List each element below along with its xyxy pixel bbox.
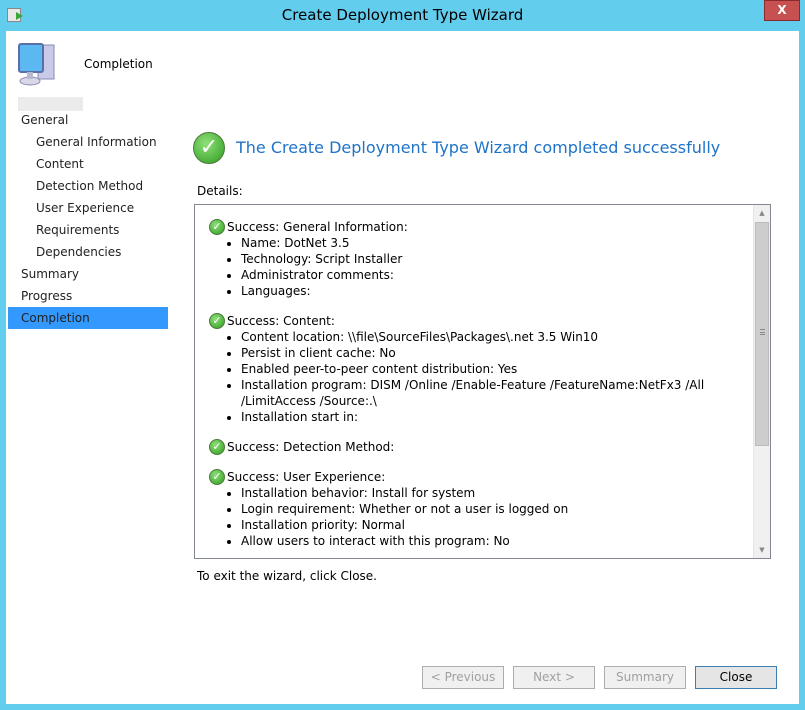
section-title-text: Success: User Experience: — [227, 470, 386, 484]
detail-item: Administrator comments: — [241, 267, 750, 283]
sidebar-item-completion[interactable]: Completion — [8, 307, 168, 329]
details-section: ✓Success: Content:Content location: \\fi… — [209, 313, 750, 425]
sidebar-item-dependencies[interactable]: Dependencies — [8, 241, 168, 263]
details-scrollbar[interactable]: ▲ ▼ — [753, 205, 770, 558]
detail-item: Installation start in: — [241, 409, 750, 425]
page-header: Completion — [84, 57, 153, 71]
detail-item: Content location: \\file\SourceFiles\Pac… — [241, 329, 750, 345]
detail-item: Login requirement: Whether or not a user… — [241, 501, 750, 517]
details-box[interactable]: ✓Success: General Information:Name: DotN… — [194, 204, 771, 559]
scroll-down-arrow-icon[interactable]: ▼ — [754, 542, 770, 558]
success-check-icon: ✓ — [209, 313, 225, 329]
previous-button[interactable]: < Previous — [422, 666, 504, 689]
sidebar-item-detection-method[interactable]: Detection Method — [8, 175, 168, 197]
success-check-icon: ✓ — [209, 439, 225, 455]
grip-icon — [760, 329, 765, 335]
detail-item: Installation program: DISM /Online /Enab… — [241, 377, 750, 409]
sidebar-item-general-information[interactable]: General Information — [8, 131, 168, 153]
close-window-button[interactable]: X — [764, 0, 800, 21]
success-check-icon: ✓ — [209, 219, 225, 235]
detail-item: Installation priority: Normal — [241, 517, 750, 533]
details-section: ✓Success: User Experience:Installation b… — [209, 469, 750, 549]
details-label: Details: — [197, 184, 243, 198]
detail-item: Allow users to interact with this progra… — [241, 533, 750, 549]
scroll-up-arrow-icon[interactable]: ▲ — [754, 205, 770, 221]
completion-headline: The Create Deployment Type Wizard comple… — [236, 138, 721, 157]
detail-item: Persist in client cache: No — [241, 345, 750, 361]
success-check-icon: ✓ — [209, 469, 225, 485]
sidebar-item-requirements[interactable]: Requirements — [8, 219, 168, 241]
exit-instructions: To exit the wizard, click Close. — [197, 569, 377, 583]
success-check-icon: ✓ — [193, 132, 225, 164]
title-bar: Create Deployment Type Wizard X — [0, 0, 805, 31]
wizard-body: Completion General General Information Con… — [6, 31, 799, 704]
computer-icon — [18, 43, 55, 86]
section-title-text: Success: Content: — [227, 314, 335, 328]
section-title: ✓ Success: Detection Method: — [209, 439, 750, 455]
detail-item: Name: DotNet 3.5 — [241, 235, 750, 251]
close-button[interactable]: Close — [695, 666, 777, 689]
sidebar-item-user-experience[interactable]: User Experience — [8, 197, 168, 219]
details-section: ✓Success: General Information:Name: DotN… — [209, 219, 750, 299]
section-title: ✓ Success: General Information: — [209, 219, 750, 235]
detail-item: Enabled peer-to-peer content distributio… — [241, 361, 750, 377]
section-title: ✓ Success: Content: — [209, 313, 750, 329]
scroll-thumb[interactable] — [755, 222, 769, 446]
window-title: Create Deployment Type Wizard — [281, 6, 524, 24]
sidebar-item-summary[interactable]: Summary — [8, 263, 168, 285]
detail-item: Technology: Script Installer — [241, 251, 750, 267]
sidebar-item-general[interactable]: General — [8, 109, 168, 131]
detail-item: Installation behavior: Install for syste… — [241, 485, 750, 501]
section-title-text: Success: General Information: — [227, 220, 408, 234]
sidebar-item-progress[interactable]: Progress — [8, 285, 168, 307]
detail-item: Languages: — [241, 283, 750, 299]
details-section: ✓ Success: Detection Method: — [209, 439, 750, 455]
section-title-text: Success: Detection Method: — [227, 440, 395, 454]
wizard-steps-nav: General General Information Content Detecti… — [8, 109, 168, 329]
next-button[interactable]: Next > — [513, 666, 595, 689]
section-title: ✓ Success: User Experience: — [209, 469, 750, 485]
sidebar-item-content[interactable]: Content — [8, 153, 168, 175]
summary-button[interactable]: Summary — [604, 666, 686, 689]
